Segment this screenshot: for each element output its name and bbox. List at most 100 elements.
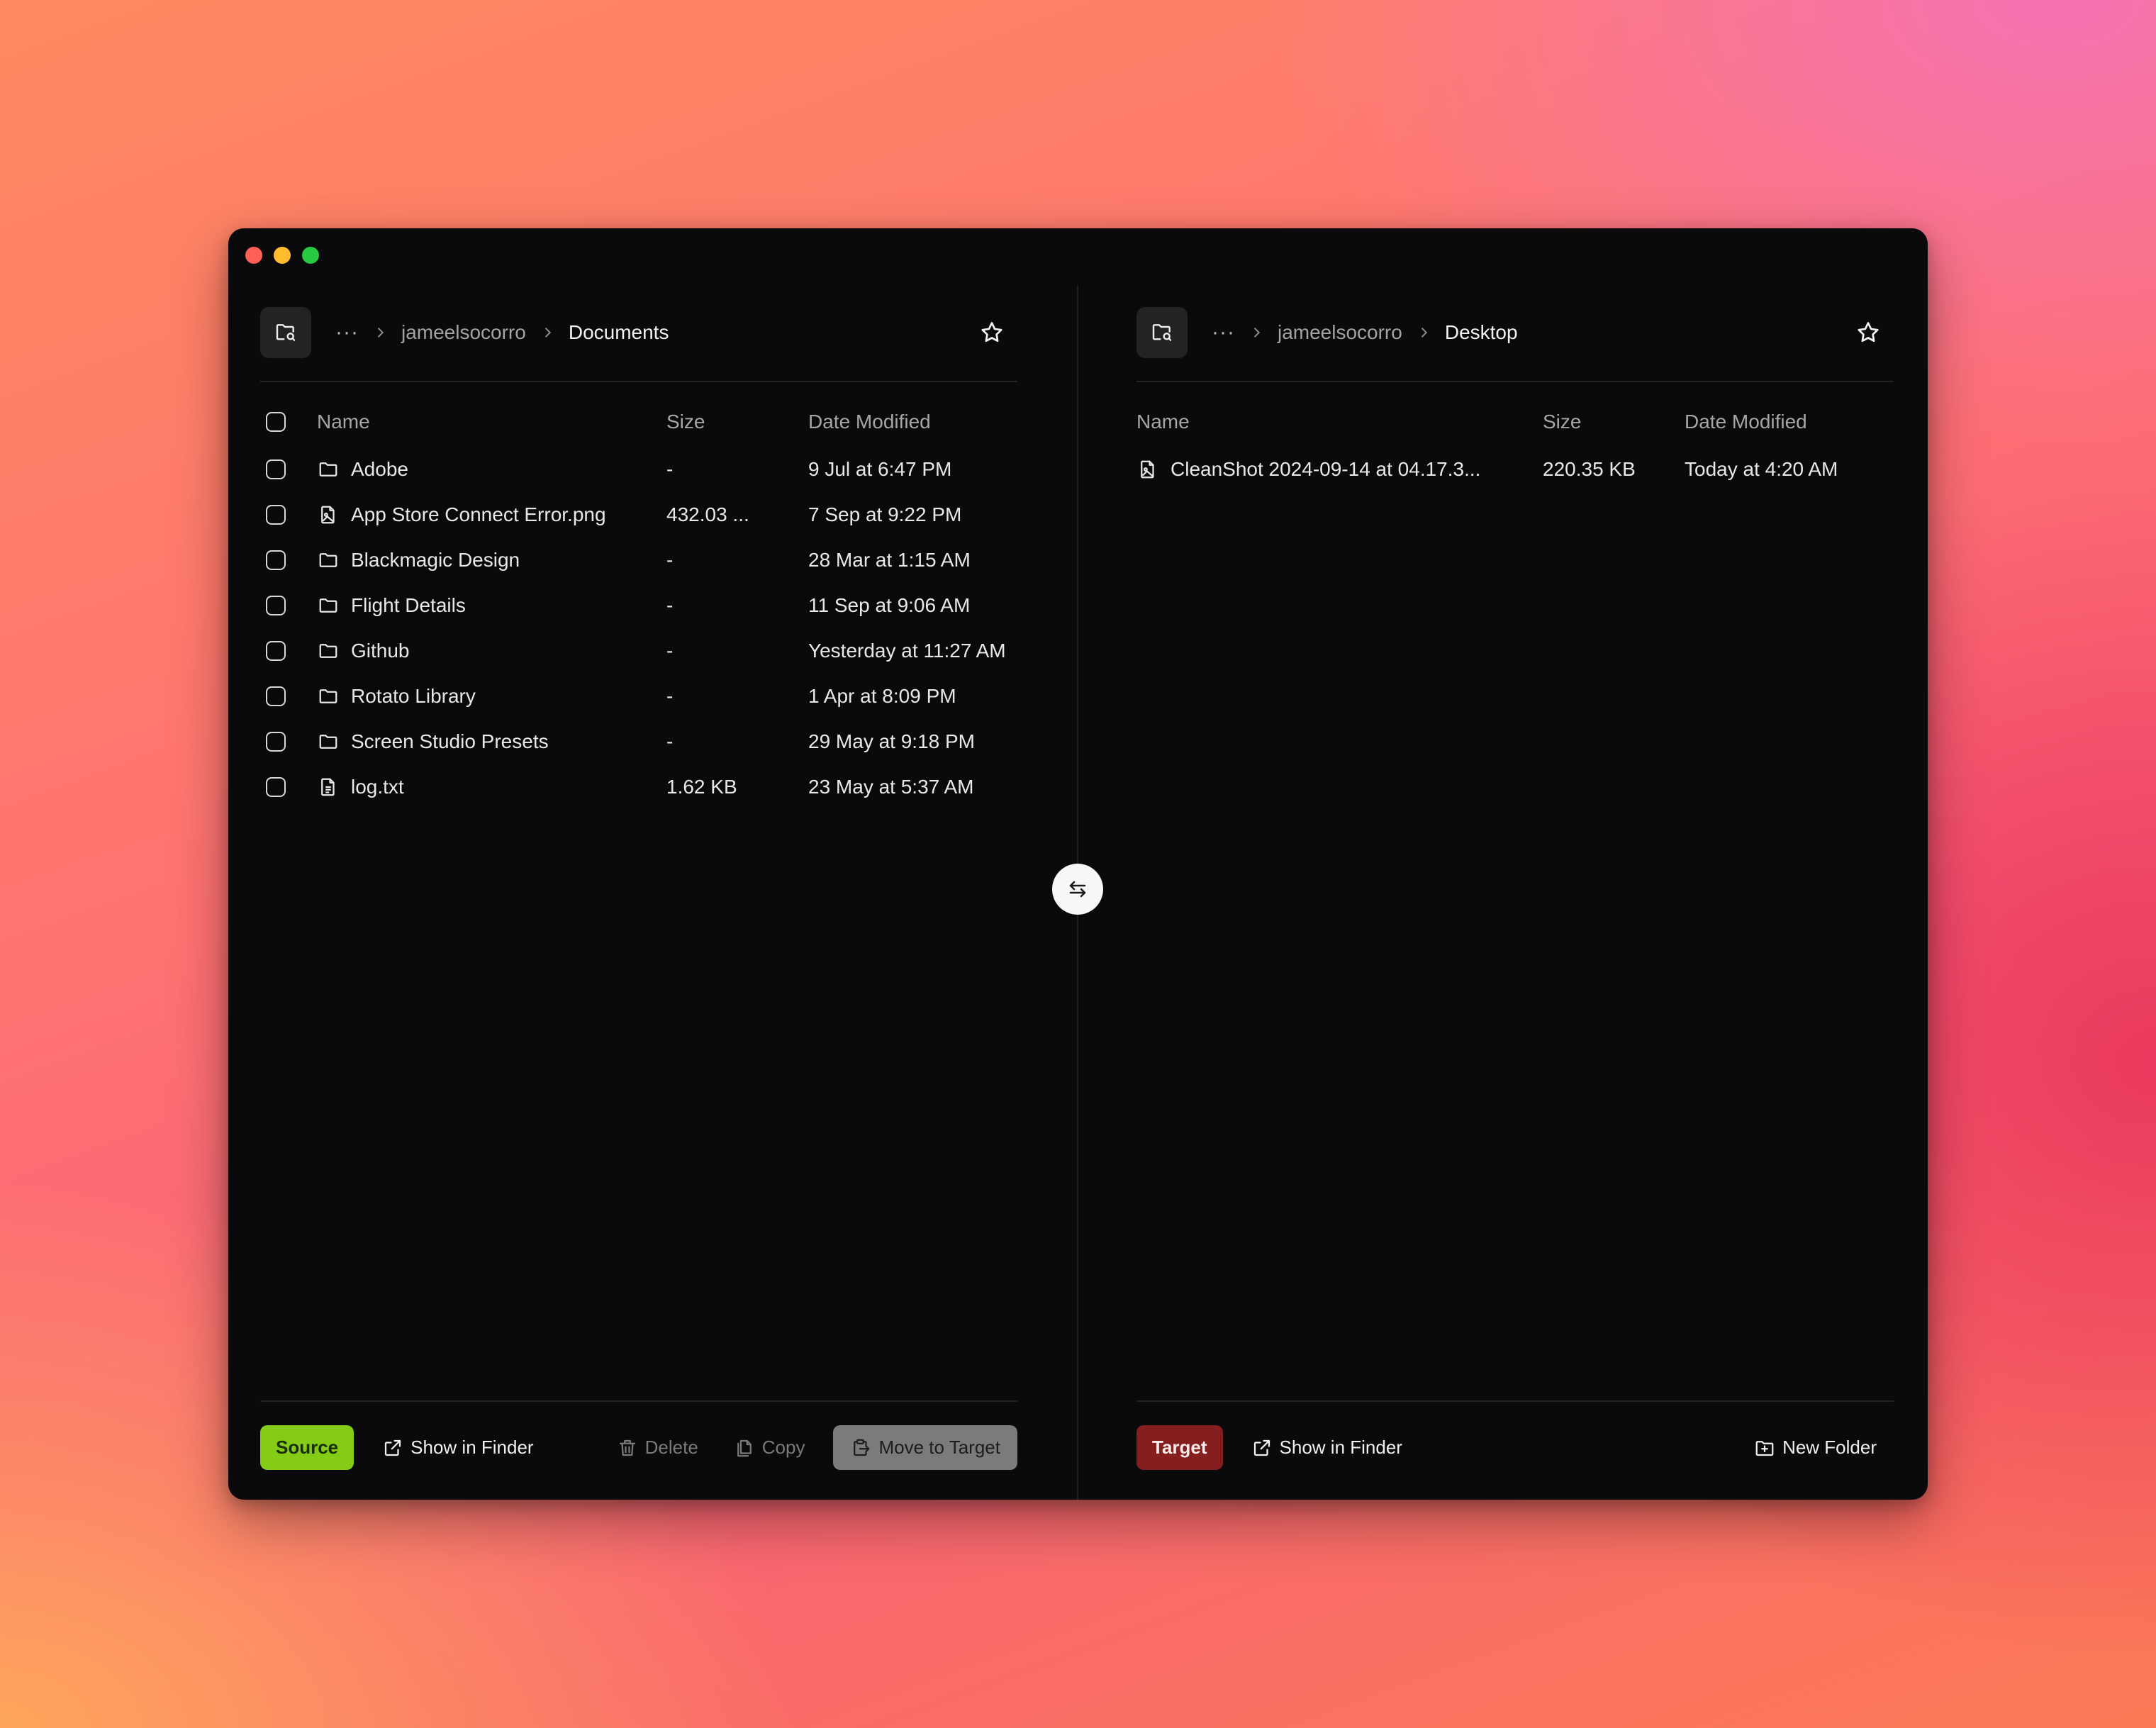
target-pane: ··· jameelsocorro Desktop Name Size Date… bbox=[1136, 228, 1894, 1500]
file-name: App Store Connect Error.png bbox=[351, 503, 606, 525]
star-icon bbox=[1858, 322, 1879, 342]
table-header: Name Size Date Modified bbox=[260, 397, 1017, 447]
folder-icon bbox=[317, 640, 340, 662]
browse-folder-button[interactable] bbox=[260, 307, 311, 358]
file-name-cell: Rotato Library bbox=[317, 685, 476, 708]
image-file-icon bbox=[317, 503, 340, 526]
file-size: - bbox=[666, 685, 674, 707]
file-row[interactable]: Flight Details - 11 Sep at 9:06 AM bbox=[260, 583, 1017, 628]
delete-button[interactable]: Delete bbox=[617, 1437, 698, 1459]
source-pane: ··· jameelsocorro Documents Name Size Da… bbox=[260, 228, 1017, 1500]
source-header: ··· jameelsocorro Documents bbox=[260, 307, 1017, 358]
file-name: Rotato Library bbox=[351, 685, 476, 707]
file-row[interactable]: App Store Connect Error.png 432.03 ... 7 S… bbox=[260, 492, 1017, 537]
header-separator bbox=[1136, 381, 1894, 382]
file-name-cell: App Store Connect Error.png bbox=[317, 503, 606, 526]
row-checkbox[interactable] bbox=[266, 459, 286, 479]
file-size: - bbox=[666, 594, 674, 616]
trash-icon bbox=[619, 1439, 635, 1456]
image-file-icon bbox=[1136, 458, 1159, 481]
row-checkbox[interactable] bbox=[266, 777, 286, 797]
row-checkbox[interactable] bbox=[266, 505, 286, 525]
new-folder-button[interactable]: New Folder bbox=[1754, 1437, 1877, 1459]
move-to-target-button[interactable]: Move to Target bbox=[833, 1425, 1017, 1470]
external-link-icon bbox=[1253, 1439, 1270, 1456]
file-size: - bbox=[666, 640, 674, 662]
footer-separator bbox=[260, 1400, 1017, 1402]
file-date: 11 Sep at 9:06 AM bbox=[808, 594, 971, 616]
move-to-target-label: Move to Target bbox=[878, 1437, 1000, 1458]
source-tag-button[interactable]: Source bbox=[260, 1425, 354, 1470]
file-size: 432.03 ... bbox=[666, 503, 749, 525]
breadcrumb-parent[interactable]: jameelsocorro bbox=[1278, 321, 1402, 344]
file-date: 7 Sep at 9:22 PM bbox=[808, 503, 962, 525]
show-in-finder-label: Show in Finder bbox=[410, 1437, 534, 1458]
file-date: 29 May at 9:18 PM bbox=[808, 730, 976, 752]
row-checkbox[interactable] bbox=[266, 732, 286, 752]
row-checkbox[interactable] bbox=[266, 596, 286, 615]
file-name-cell: Github bbox=[317, 640, 410, 662]
breadcrumb-parent[interactable]: jameelsocorro bbox=[401, 321, 526, 344]
breadcrumb: ··· jameelsocorro Desktop bbox=[1212, 320, 1518, 345]
select-all-checkbox[interactable] bbox=[266, 412, 286, 432]
file-row[interactable]: CleanShot 2024-09-14 at 04.17.3... 220.35… bbox=[1136, 447, 1894, 492]
file-size: - bbox=[666, 549, 674, 571]
file-name-cell: Blackmagic Design bbox=[317, 549, 520, 572]
column-size[interactable]: Size bbox=[1543, 411, 1581, 433]
favorite-button[interactable] bbox=[979, 320, 1005, 345]
file-row[interactable]: Rotato Library - 1 Apr at 8:09 PM bbox=[260, 674, 1017, 719]
file-name-cell: Screen Studio Presets bbox=[317, 730, 549, 753]
show-in-finder-button[interactable]: Show in Finder bbox=[1251, 1437, 1402, 1459]
file-name: Adobe bbox=[351, 458, 408, 480]
folder-icon bbox=[317, 458, 340, 481]
show-in-finder-label: Show in Finder bbox=[1279, 1437, 1402, 1458]
chevron-right-icon bbox=[1251, 325, 1262, 340]
file-name: Screen Studio Presets bbox=[351, 730, 549, 752]
column-name[interactable]: Name bbox=[1136, 411, 1190, 433]
copy-button[interactable]: Copy bbox=[734, 1437, 805, 1459]
breadcrumb-more[interactable]: ··· bbox=[1212, 320, 1235, 345]
file-date: 1 Apr at 8:09 PM bbox=[808, 685, 956, 707]
folder-icon bbox=[317, 685, 340, 708]
copy-icon bbox=[737, 1439, 752, 1456]
breadcrumb-current: Documents bbox=[568, 321, 669, 343]
file-row[interactable]: Adobe - 9 Jul at 6:47 PM bbox=[260, 447, 1017, 492]
breadcrumb-more[interactable]: ··· bbox=[335, 320, 359, 345]
file-row[interactable]: Screen Studio Presets - 29 May at 9:18 PM bbox=[260, 719, 1017, 764]
column-name[interactable]: Name bbox=[317, 411, 370, 433]
favorite-button[interactable] bbox=[1855, 320, 1881, 345]
delete-label: Delete bbox=[644, 1437, 698, 1458]
target-header: ··· jameelsocorro Desktop bbox=[1136, 307, 1894, 358]
show-in-finder-button[interactable]: Show in Finder bbox=[382, 1437, 534, 1459]
column-date[interactable]: Date Modified bbox=[808, 411, 931, 433]
folder-icon bbox=[317, 549, 340, 572]
folder-plus-icon bbox=[1755, 1440, 1774, 1456]
browse-folder-button[interactable] bbox=[1136, 307, 1188, 358]
footer-separator bbox=[1136, 1400, 1894, 1402]
file-row[interactable]: Github - Yesterday at 11:27 AM bbox=[260, 628, 1017, 674]
file-date: Today at 4:20 AM bbox=[1685, 458, 1838, 480]
file-name: log.txt bbox=[351, 776, 404, 798]
row-checkbox[interactable] bbox=[266, 641, 286, 661]
folder-search-icon bbox=[1152, 324, 1172, 341]
column-date[interactable]: Date Modified bbox=[1685, 411, 1807, 433]
file-name: Github bbox=[351, 640, 410, 662]
file-name: Blackmagic Design bbox=[351, 549, 520, 571]
column-size[interactable]: Size bbox=[666, 411, 705, 433]
folder-icon bbox=[317, 594, 340, 617]
file-row[interactable]: Blackmagic Design - 28 Mar at 1:15 AM bbox=[260, 537, 1017, 583]
copy-label: Copy bbox=[761, 1437, 805, 1458]
target-footer: Target Show in Finder New Folder bbox=[1136, 1425, 1894, 1470]
swap-panes-button[interactable] bbox=[1052, 864, 1103, 915]
source-file-table: Name Size Date Modified Adobe - 9 Jul at 6… bbox=[260, 397, 1017, 810]
row-checkbox[interactable] bbox=[266, 550, 286, 570]
file-name: CleanShot 2024-09-14 at 04.17.3... bbox=[1171, 458, 1481, 480]
external-link-icon bbox=[385, 1439, 401, 1456]
file-row[interactable]: log.txt 1.62 KB 23 May at 5:37 AM bbox=[260, 764, 1017, 810]
file-date: 23 May at 5:37 AM bbox=[808, 776, 974, 798]
target-file-table: Name Size Date Modified CleanShot 2024-0… bbox=[1136, 397, 1894, 492]
file-date: Yesterday at 11:27 AM bbox=[808, 640, 1006, 662]
file-name-cell: Adobe bbox=[317, 458, 408, 481]
target-tag-button[interactable]: Target bbox=[1136, 1425, 1223, 1470]
row-checkbox[interactable] bbox=[266, 686, 286, 706]
